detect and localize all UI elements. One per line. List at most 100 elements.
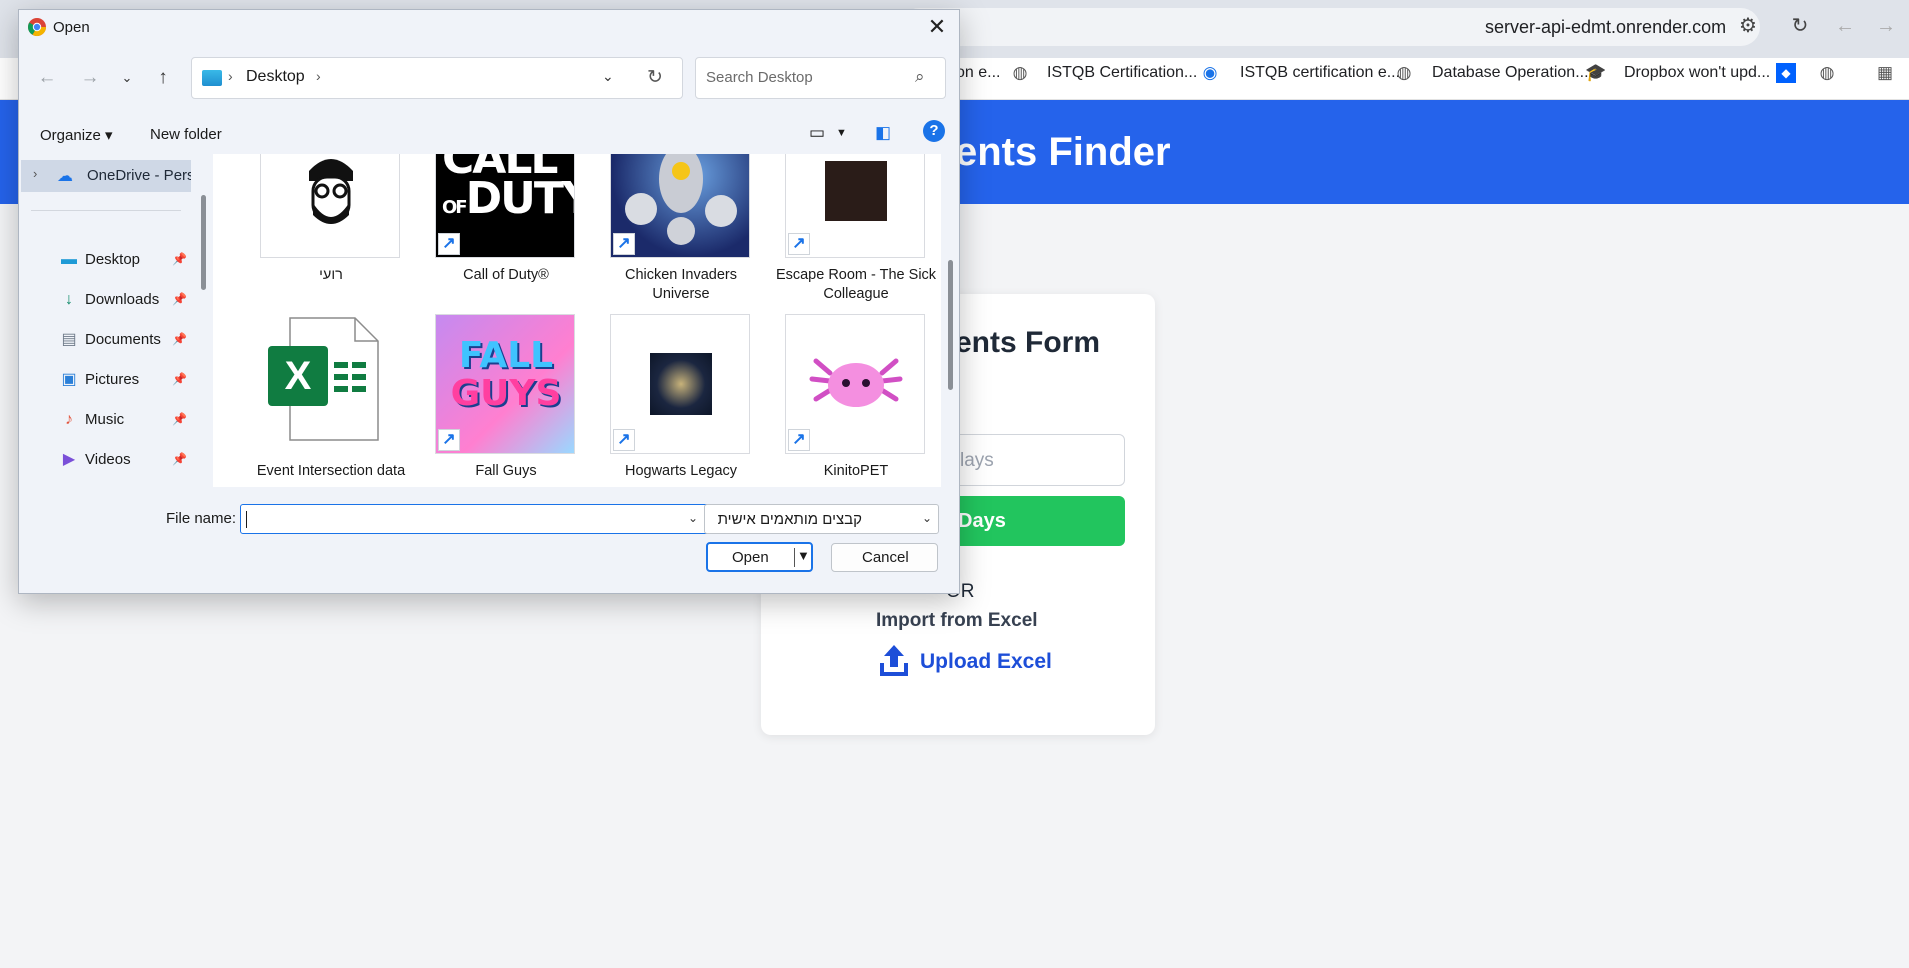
chevron-down-icon[interactable]: ⌄ xyxy=(602,68,614,85)
pin-icon: 📌 xyxy=(172,412,187,426)
globe-icon[interactable]: ◍ xyxy=(1817,63,1837,83)
file-item[interactable]: ↗ Escape Room - The Sick Colleague xyxy=(776,154,936,308)
bookmark-item[interactable]: Dropbox won't upd... xyxy=(1624,64,1770,82)
open-button[interactable]: Open ▼ xyxy=(706,542,813,572)
pin-icon: 📌 xyxy=(172,252,187,266)
file-label: KinitoPET xyxy=(823,463,889,479)
search-icon[interactable]: ⌕ xyxy=(915,67,925,87)
nav-scrollbar[interactable] xyxy=(201,195,206,290)
edge-icon: ◉ xyxy=(1202,63,1218,82)
recent-locations-icon[interactable]: ⌄ xyxy=(115,66,139,90)
download-icon: ↓ xyxy=(65,291,73,308)
file-grid-scrollbar[interactable] xyxy=(948,260,953,390)
bookmark-item[interactable]: Database Operation... xyxy=(1432,64,1589,82)
chevron-down-icon[interactable]: ▼ xyxy=(797,548,810,563)
chevron-down-icon[interactable]: ▼ xyxy=(836,127,847,139)
fall-guys-logo-icon: FALL GUYS xyxy=(450,335,562,414)
chevron-right-icon[interactable]: › xyxy=(33,166,37,181)
back-icon[interactable]: ← xyxy=(35,66,59,90)
globe-icon: ◍ xyxy=(1012,63,1028,82)
nav-label: Music xyxy=(85,411,125,428)
bookmark-item[interactable]: ISTQB Certification... xyxy=(1047,64,1197,82)
desktop-icon: ▬ xyxy=(61,251,77,268)
breadcrumb-desktop[interactable]: Desktop xyxy=(246,68,305,86)
view-icon[interactable]: ▭ xyxy=(809,123,825,143)
file-label: Chicken Invaders Universe xyxy=(624,267,738,302)
organize-menu[interactable]: Organize ▾ xyxy=(40,126,113,144)
navigation-pane: › ☁ OneDrive - Perso ▬ Desktop 📌 ↓ Downl… xyxy=(19,154,191,487)
file-item[interactable]: רועי xyxy=(260,154,402,308)
chevron-right-icon[interactable]: › xyxy=(228,68,233,84)
escape-room-icon xyxy=(825,161,887,221)
bookmark-item[interactable]: on e... xyxy=(956,64,1000,82)
file-name-label: File name: xyxy=(166,510,237,527)
nav-item-videos[interactable]: ▶ Videos 📌 xyxy=(19,446,191,476)
desktop-folder-icon xyxy=(202,70,222,86)
file-label: Hogwarts Legacy xyxy=(624,463,738,479)
dropbox-icon[interactable]: ◆ xyxy=(1776,63,1796,83)
bookmark-item[interactable]: ISTQB certification e... xyxy=(1240,64,1400,82)
cancel-button[interactable]: Cancel xyxy=(831,543,938,572)
music-icon: ♪ xyxy=(65,411,73,428)
forward-icon[interactable]: → xyxy=(1873,13,1899,39)
document-icon: ▤ xyxy=(61,331,77,348)
forward-icon[interactable]: → xyxy=(78,66,102,90)
file-type-select[interactable]: קבצים מותאמים אישית ⌄ xyxy=(704,504,939,534)
days-button-label: Days xyxy=(958,510,1006,532)
chevron-down-icon[interactable]: ⌄ xyxy=(922,511,932,525)
help-icon[interactable]: ? xyxy=(923,120,945,142)
globe-icon: ◍ xyxy=(1396,63,1412,82)
back-icon[interactable]: ← xyxy=(1832,13,1858,39)
upload-excel-link[interactable]: Upload Excel xyxy=(920,650,1052,674)
reload-icon[interactable]: ↻ xyxy=(1787,13,1813,39)
file-type-value: קבצים מותאמים אישית xyxy=(717,511,862,528)
preview-pane-icon[interactable]: ◧ xyxy=(875,123,891,143)
nav-item-documents[interactable]: ▤ Documents 📌 xyxy=(19,326,191,356)
file-label: Call of Duty® xyxy=(463,267,549,283)
close-icon[interactable]: ✕ xyxy=(924,14,950,40)
file-label: רועי xyxy=(319,267,343,283)
pin-icon: 📌 xyxy=(172,372,187,386)
file-item[interactable]: ↗ KinitoPET xyxy=(785,314,927,487)
split-divider xyxy=(794,548,795,567)
cloud-icon: ☁ xyxy=(57,168,73,185)
new-folder-button[interactable]: New folder xyxy=(150,126,222,143)
cod-logo-icon: CALLOFDUTY xyxy=(442,154,574,224)
file-thumbnail: ↗ xyxy=(785,154,925,258)
file-item[interactable]: X Event Intersection data xyxy=(257,314,405,487)
file-item[interactable]: CALLOFDUTY ↗ Call of Duty® xyxy=(435,154,577,308)
shortcut-arrow-icon: ↗ xyxy=(788,233,810,255)
file-thumbnail: ↗ xyxy=(610,314,750,454)
file-thumbnail: FALL GUYS ↗ xyxy=(435,314,575,454)
file-grid: רועי CALLOFDUTY ↗ Call of Duty® ↗ Chicke… xyxy=(213,154,941,487)
file-item[interactable]: ↗ Hogwarts Legacy xyxy=(610,314,752,487)
file-thumbnail: ↗ xyxy=(785,314,925,454)
nav-item-onedrive[interactable]: › ☁ OneDrive - Perso xyxy=(21,160,191,192)
search-input[interactable]: Search Desktop ⌕ xyxy=(695,57,946,99)
nav-label: Downloads xyxy=(85,291,160,308)
shortcut-arrow-icon: ↗ xyxy=(613,233,635,255)
nav-item-desktop[interactable]: ▬ Desktop 📌 xyxy=(19,246,191,276)
url-text[interactable]: server-api-edmt.onrender.com xyxy=(1485,17,1726,38)
chevron-down-icon[interactable]: ⌄ xyxy=(688,511,698,525)
refresh-icon[interactable]: ↻ xyxy=(647,66,663,89)
address-breadcrumb[interactable]: › Desktop › ⌄ ↻ xyxy=(191,57,683,99)
nav-item-music[interactable]: ♪ Music 📌 xyxy=(19,406,191,436)
file-item[interactable]: FALL GUYS ↗ Fall Guys xyxy=(435,314,577,487)
nav-divider xyxy=(31,210,181,211)
up-folder-icon[interactable]: ↑ xyxy=(151,66,175,90)
onedrive-label: OneDrive - Perso xyxy=(87,167,191,184)
file-name-input[interactable]: ⌄ xyxy=(240,504,710,534)
open-button-label: Open xyxy=(732,549,769,566)
nav-item-pictures[interactable]: ▣ Pictures 📌 xyxy=(19,366,191,396)
apps-grid-icon[interactable]: ▦ xyxy=(1875,63,1895,83)
chevron-right-icon[interactable]: › xyxy=(316,68,321,84)
pin-icon: 📌 xyxy=(172,292,187,306)
file-label: Event Intersection data xyxy=(256,463,406,479)
upload-icon[interactable] xyxy=(878,643,910,678)
nav-item-downloads[interactable]: ↓ Downloads 📌 xyxy=(19,286,191,316)
dialog-title: Open xyxy=(53,19,90,36)
site-settings-icon[interactable]: ⚙ xyxy=(1735,13,1761,39)
shortcut-arrow-icon: ↗ xyxy=(438,429,460,451)
file-item[interactable]: ↗ Chicken Invaders Universe xyxy=(610,154,752,308)
